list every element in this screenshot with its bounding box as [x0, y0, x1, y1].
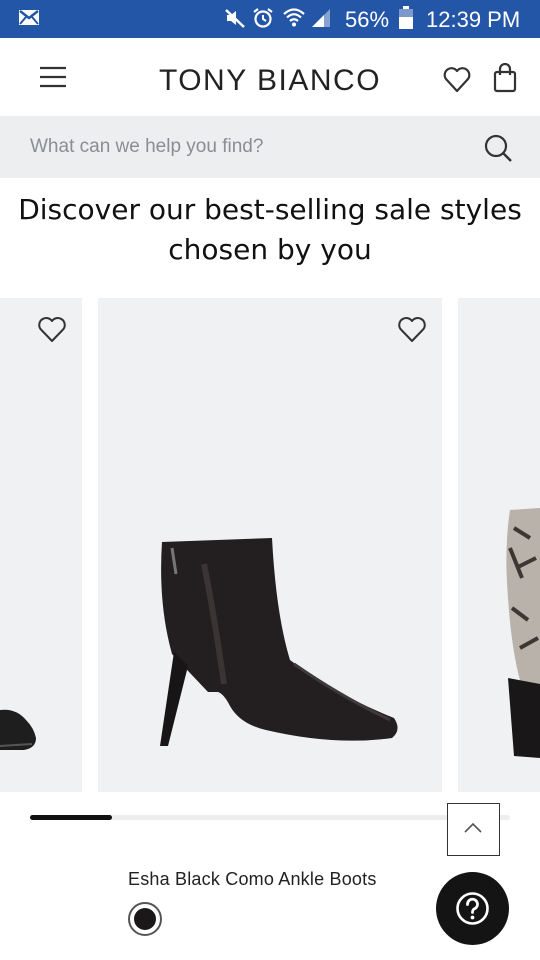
question-icon: [456, 892, 489, 925]
product-card-next[interactable]: [458, 298, 540, 792]
heart-icon[interactable]: [36, 314, 68, 344]
product-name[interactable]: Esha Black Como Ankle Boots: [128, 869, 377, 890]
shopping-bag-icon[interactable]: [493, 63, 517, 93]
mail-icon: [19, 10, 39, 25]
signal-icon: [312, 9, 330, 27]
snake-boot-image: [506, 508, 540, 758]
scroll-to-top-button[interactable]: [447, 803, 500, 856]
help-button[interactable]: [436, 872, 509, 945]
section-headline: Discover our best-selling sale styles ch…: [0, 190, 540, 270]
wifi-icon: [283, 8, 305, 27]
status-bar: 56% 12:39 PM: [0, 0, 540, 38]
swatch-color-dot: [134, 908, 156, 930]
headline-line-1: Discover our best-selling sale styles: [18, 193, 522, 226]
chevron-up-icon: [464, 822, 482, 833]
search-icon[interactable]: [482, 132, 514, 164]
carousel-progress-indicator: [30, 815, 112, 820]
search-bar: [0, 116, 540, 178]
headline-line-2: chosen by you: [168, 233, 372, 266]
cut-off-text: [262, 178, 282, 184]
alarm-icon: [253, 8, 273, 28]
site-header: TONY BIANCO: [0, 38, 540, 116]
product-card-previous[interactable]: [0, 298, 82, 792]
ankle-boot-image: [160, 538, 398, 746]
shoe-image: [0, 709, 36, 750]
color-swatch[interactable]: [128, 902, 162, 936]
heart-icon[interactable]: [396, 314, 428, 344]
search-input[interactable]: [0, 116, 470, 178]
battery-icon: [399, 6, 413, 29]
battery-percent: 56%: [345, 7, 390, 32]
product-card-featured[interactable]: [98, 298, 442, 792]
heart-icon[interactable]: [442, 65, 472, 93]
clock: 12:39 PM: [426, 7, 521, 32]
mute-icon: [225, 9, 245, 28]
